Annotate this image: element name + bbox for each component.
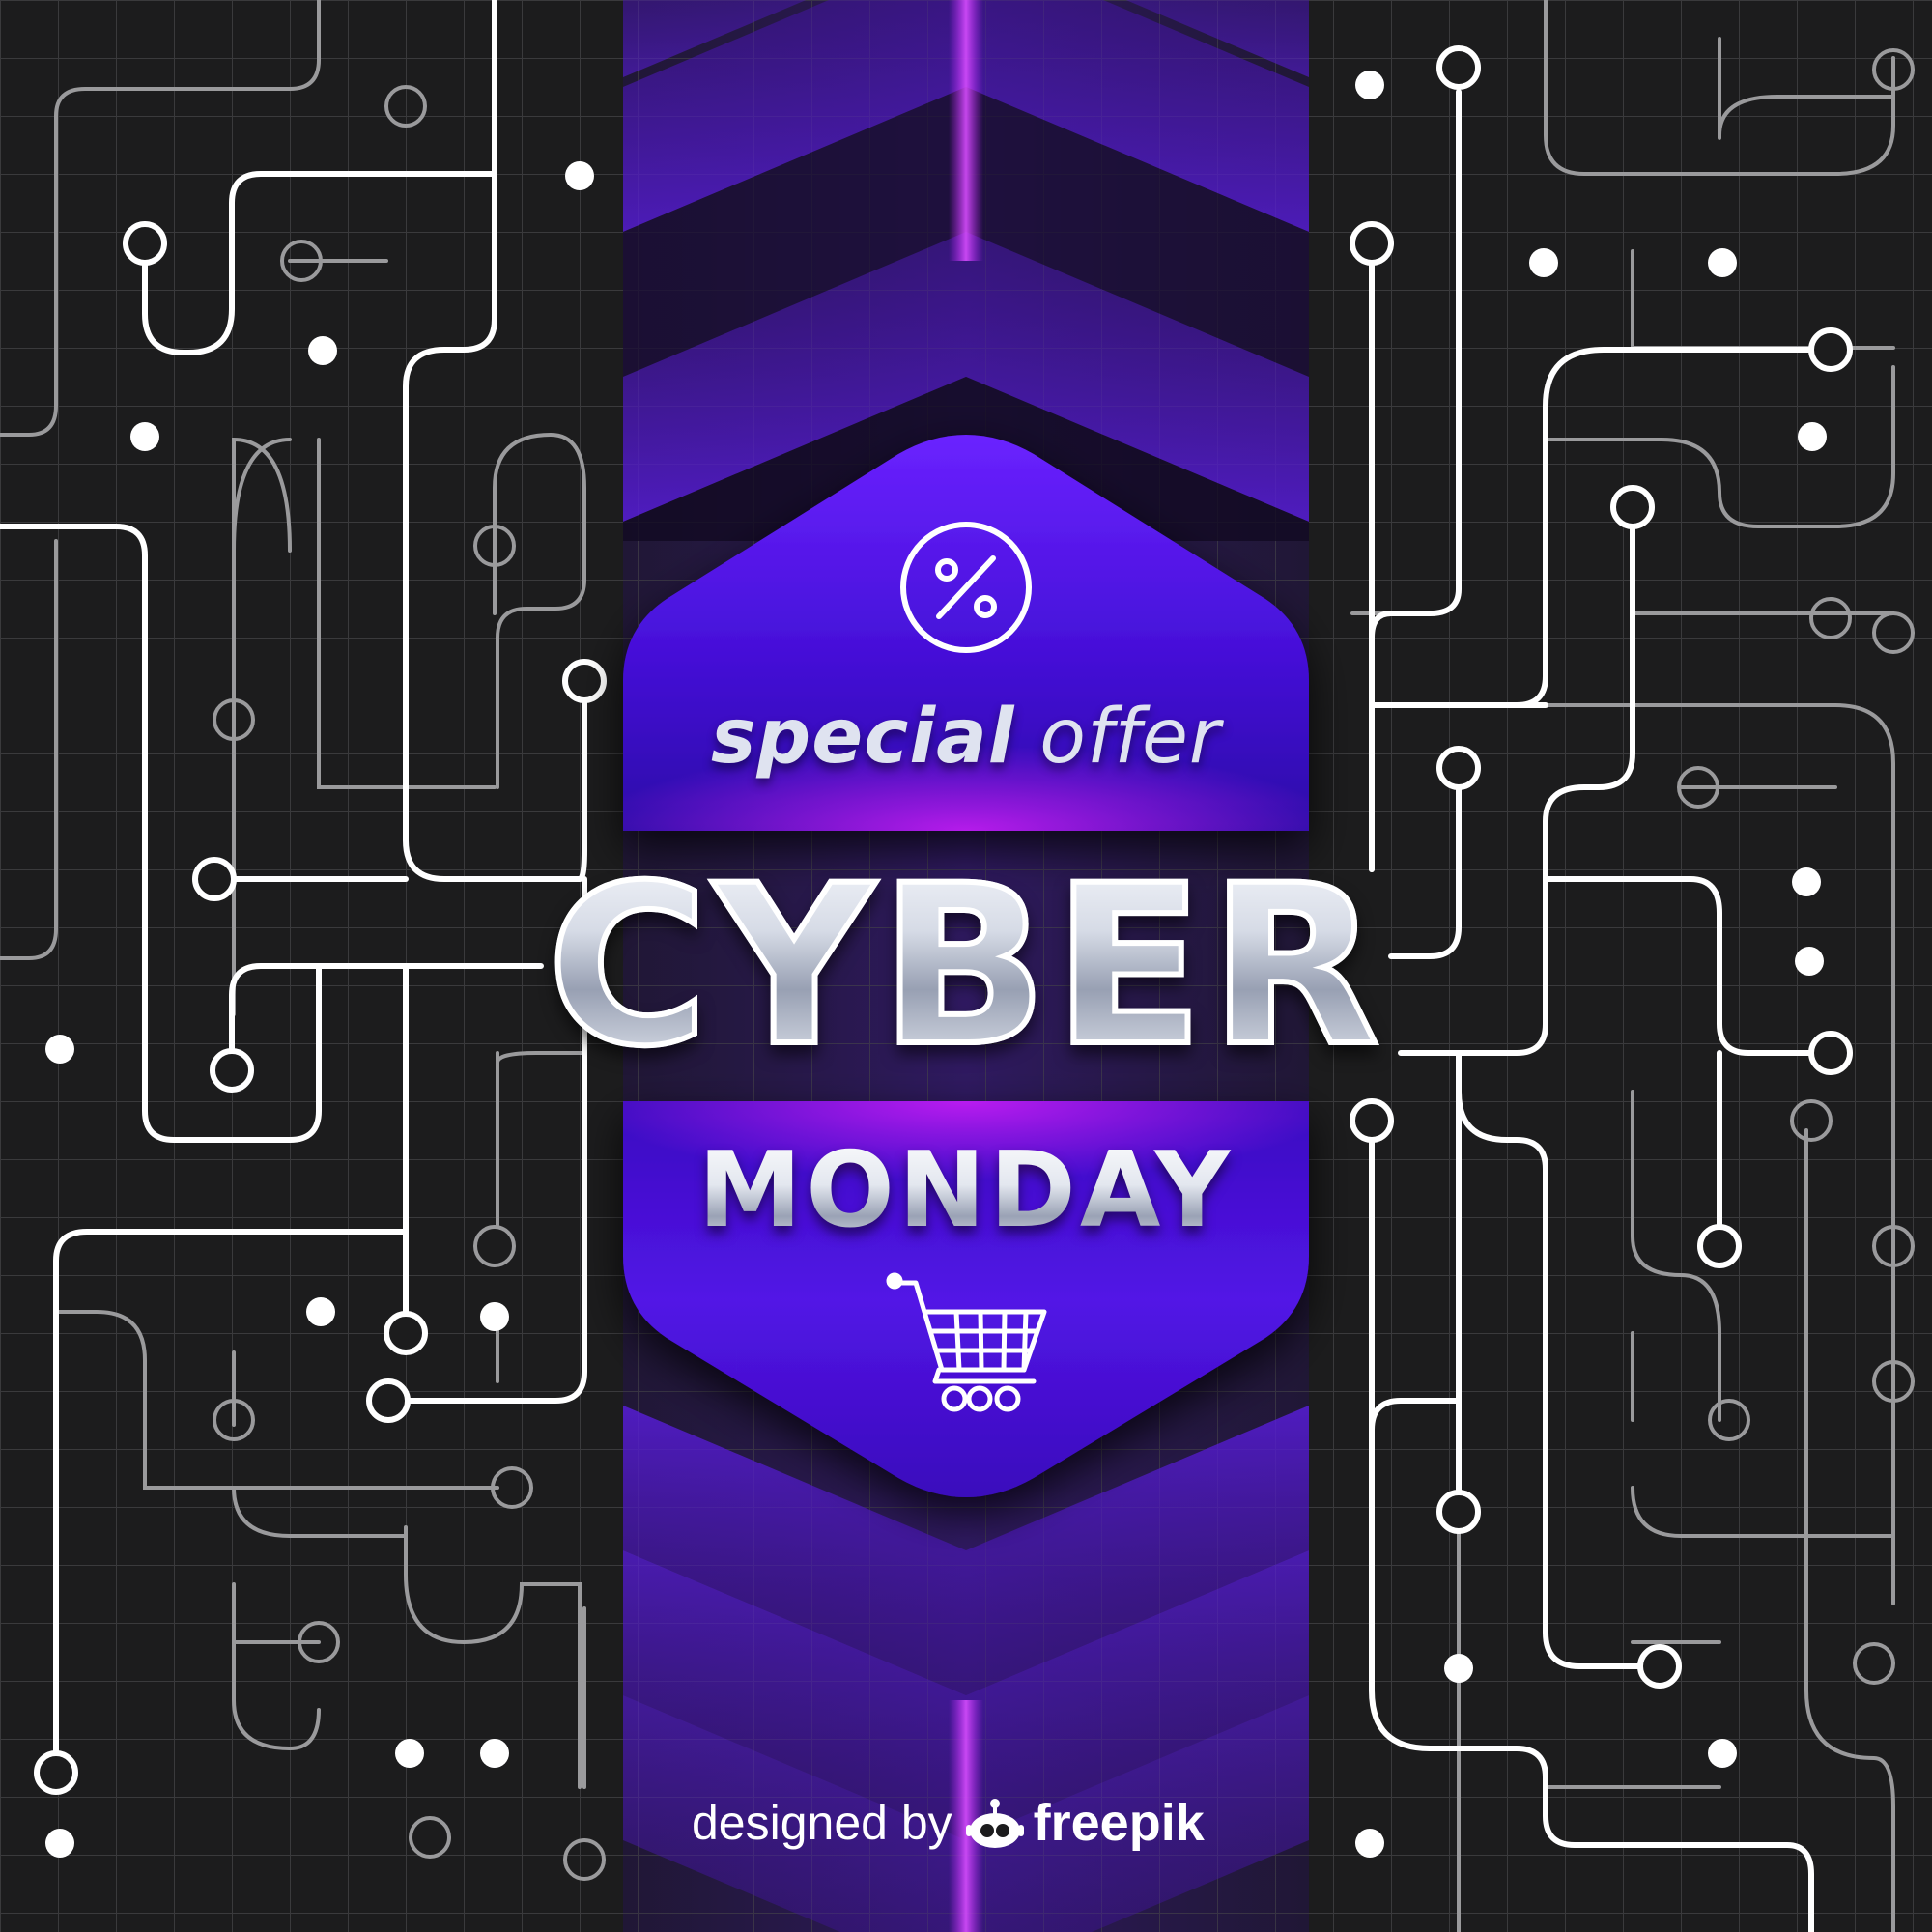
tagline-special: special [710,694,1015,781]
poster-canvas: special offer CYBER MONDAY designed by f… [0,0,1932,1932]
headline-cyber: CYBER [0,847,1932,1085]
freepik-mascot-icon [965,1799,1024,1848]
credit-line: designed by freepik [692,1789,1271,1857]
credit-prefix: designed by [692,1796,952,1850]
credit-brand: freepik [1033,1794,1205,1852]
tagline-offer: offer [1039,694,1221,781]
subheadline-monday: MONDAY [0,1128,1932,1254]
tagline: special offer [0,694,1932,781]
